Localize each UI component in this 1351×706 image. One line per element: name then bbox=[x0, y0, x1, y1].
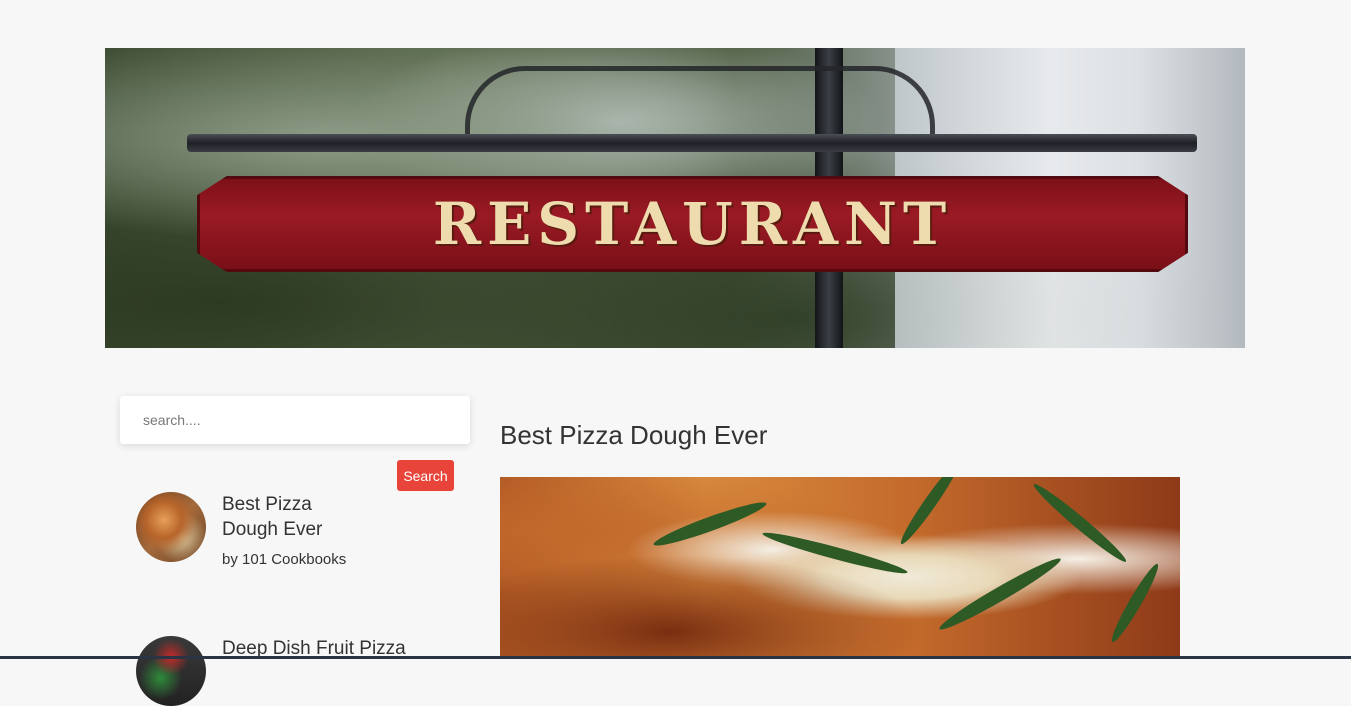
sign-text: RESTAURANT bbox=[432, 190, 953, 258]
basil-garnish bbox=[1107, 561, 1163, 645]
recipe-author: by 101 Cookbooks bbox=[222, 551, 347, 568]
search-box bbox=[120, 396, 470, 444]
banner-image: RESTAURANT bbox=[105, 48, 1245, 348]
basil-garnish bbox=[935, 552, 1065, 636]
recipe-thumbnail[interactable] bbox=[136, 636, 206, 706]
banner-rod bbox=[187, 134, 1197, 152]
search-input[interactable] bbox=[120, 396, 470, 444]
basil-garnish bbox=[1030, 479, 1130, 567]
banner-ironwork bbox=[465, 66, 935, 141]
restaurant-sign: RESTAURANT bbox=[197, 176, 1188, 272]
basil-garnish bbox=[651, 496, 769, 552]
search-button[interactable]: Search bbox=[397, 460, 454, 491]
basil-garnish bbox=[761, 527, 909, 579]
basil-garnish bbox=[896, 477, 964, 548]
recipe-thumbnail[interactable] bbox=[136, 492, 206, 562]
article-image bbox=[500, 477, 1180, 659]
article-title: Best Pizza Dough Ever bbox=[500, 420, 768, 450]
recipe-title[interactable]: Best Pizza Dough Ever bbox=[222, 492, 372, 542]
